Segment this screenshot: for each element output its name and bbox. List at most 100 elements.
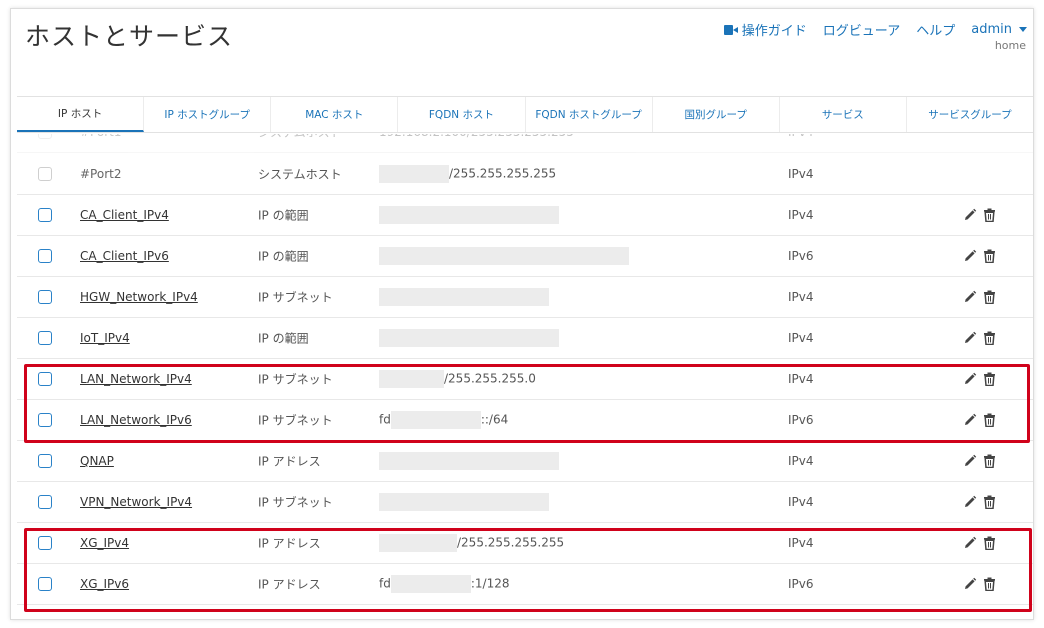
host-type: IP サブネット (258, 372, 333, 387)
trash-icon[interactable] (983, 249, 996, 264)
host-type: IP サブネット (258, 495, 333, 510)
row-checkbox (38, 167, 52, 181)
row-checkbox[interactable] (38, 413, 52, 427)
host-type: IP の範囲 (258, 331, 309, 346)
table-row: #Port2 システムホスト/255.255.255.255 IPv4 (17, 154, 1033, 195)
pencil-icon[interactable] (963, 372, 977, 386)
help-link[interactable]: ヘルプ (916, 20, 955, 39)
host-name-link[interactable]: LAN_Network_IPv6 (80, 413, 192, 427)
host-value: /255.255.255.255 (379, 534, 564, 552)
log-viewer-link[interactable]: ログビューア (823, 20, 900, 39)
row-checkbox[interactable] (38, 208, 52, 222)
device-name: home (994, 39, 1026, 52)
user-menu[interactable]: admin (971, 22, 1027, 37)
host-name-link[interactable]: XG_IPv4 (80, 536, 129, 550)
host-name-link[interactable]: LAN_Network_IPv4 (80, 372, 192, 386)
page-header: ホストとサービス 操作ガイド ログビューア ヘルプ admin home (11, 9, 1033, 97)
trash-icon[interactable] (983, 372, 996, 387)
trash-icon[interactable] (983, 208, 996, 223)
tab-4[interactable]: FQDN ホストグループ (526, 97, 653, 132)
row-checkbox (38, 134, 52, 139)
table-row: QNAP IP アドレス IPv4 (17, 441, 1033, 482)
tab-6[interactable]: サービス (780, 97, 907, 132)
ip-version: IPv4 (788, 167, 814, 181)
host-value (379, 329, 559, 347)
row-checkbox[interactable] (38, 249, 52, 263)
row-checkbox[interactable] (38, 454, 52, 468)
ip-version: IPv4 (788, 536, 814, 550)
host-type: IP アドレス (258, 536, 321, 551)
pencil-icon[interactable] (963, 208, 977, 222)
tab-2[interactable]: MAC ホスト (271, 97, 399, 132)
tab-5[interactable]: 国別グループ (653, 97, 780, 132)
value-text: ::/64 (480, 412, 509, 427)
pencil-icon[interactable] (963, 290, 977, 304)
host-name-link[interactable]: CA_Client_IPv4 (80, 208, 169, 222)
host-name-link[interactable]: CA_Client_IPv6 (80, 249, 169, 263)
tab-bar: IP ホスト IP ホストグループ MAC ホスト FQDN ホスト FQDN ホストグ… (17, 96, 1033, 133)
tab-0[interactable]: IP ホスト (17, 97, 145, 132)
row-checkbox[interactable] (38, 536, 52, 550)
host-value (379, 493, 549, 511)
redacted-block (379, 534, 457, 552)
host-type: IP サブネット (258, 290, 333, 305)
tab-1[interactable]: IP ホストグループ (144, 97, 272, 132)
row-checkbox[interactable] (38, 577, 52, 591)
row-checkbox[interactable] (38, 495, 52, 509)
hosts-table: #Port1 システムホスト 192.168.2.100/255.255.255.2… (17, 134, 1033, 619)
trash-icon[interactable] (983, 577, 996, 592)
pencil-icon[interactable] (963, 577, 977, 591)
row-actions (963, 413, 996, 428)
tab-3[interactable]: FQDN ホスト (398, 97, 526, 132)
app-window: ホストとサービス 操作ガイド ログビューア ヘルプ admin home IP … (10, 8, 1034, 620)
trash-icon[interactable] (983, 536, 996, 551)
trash-icon[interactable] (983, 495, 996, 510)
table-row: LAN_Network_IPv4 IP サブネット/255.255.255.0 IP… (17, 359, 1033, 400)
row-actions (963, 208, 996, 223)
host-value: /255.255.255.0 (379, 370, 536, 388)
redacted-block (390, 575, 471, 593)
host-name-link[interactable]: VPN_Network_IPv4 (80, 495, 192, 509)
redacted-block (379, 247, 629, 265)
row-checkbox[interactable] (38, 290, 52, 304)
trash-icon[interactable] (983, 413, 996, 428)
ip-version: IPv4 (788, 372, 814, 386)
host-name-link[interactable]: IoT_IPv4 (80, 331, 130, 345)
row-actions (963, 331, 996, 346)
trash-icon[interactable] (983, 331, 996, 346)
redacted-block (379, 329, 559, 347)
ip-version: IPv4 (788, 454, 814, 468)
redacted-block (379, 452, 559, 470)
guide-link-label: 操作ガイド (741, 24, 807, 39)
guide-link[interactable]: 操作ガイド (723, 20, 807, 39)
host-type: IP アドレス (258, 454, 321, 469)
pencil-icon[interactable] (963, 454, 977, 468)
host-type: IP の範囲 (258, 208, 309, 223)
table-row: #Port1 システムホスト 192.168.2.100/255.255.255.2… (17, 134, 1033, 153)
ip-version: IPv6 (788, 413, 814, 427)
pencil-icon[interactable] (963, 536, 977, 550)
host-value: fd::/64 (379, 411, 508, 429)
pencil-icon[interactable] (963, 495, 977, 509)
table-row: HGW_Network_IPv4 IP サブネット IPv4 (17, 277, 1033, 318)
row-checkbox[interactable] (38, 372, 52, 386)
trash-icon[interactable] (983, 454, 996, 469)
table-row: XG_IPv6 IP アドレス fd:1/128 IPv6 (17, 564, 1033, 605)
row-checkbox[interactable] (38, 331, 52, 345)
page-title: ホストとサービス (25, 22, 234, 51)
pencil-icon[interactable] (963, 249, 977, 263)
host-type: IP サブネット (258, 413, 333, 428)
host-name-link[interactable]: HGW_Network_IPv4 (80, 290, 198, 304)
pencil-icon[interactable] (963, 331, 977, 345)
redacted-block (379, 288, 549, 306)
row-actions (963, 454, 996, 469)
trash-icon[interactable] (983, 290, 996, 305)
pencil-icon[interactable] (963, 413, 977, 427)
tab-7[interactable]: サービスグループ (907, 97, 1033, 132)
host-name-link: #Port1 (80, 134, 121, 139)
value-prefix: fd (379, 412, 391, 427)
host-name-link[interactable]: QNAP (80, 454, 114, 468)
host-name-link[interactable]: XG_IPv6 (80, 577, 129, 591)
redacted-block (379, 493, 549, 511)
row-actions (963, 372, 996, 387)
